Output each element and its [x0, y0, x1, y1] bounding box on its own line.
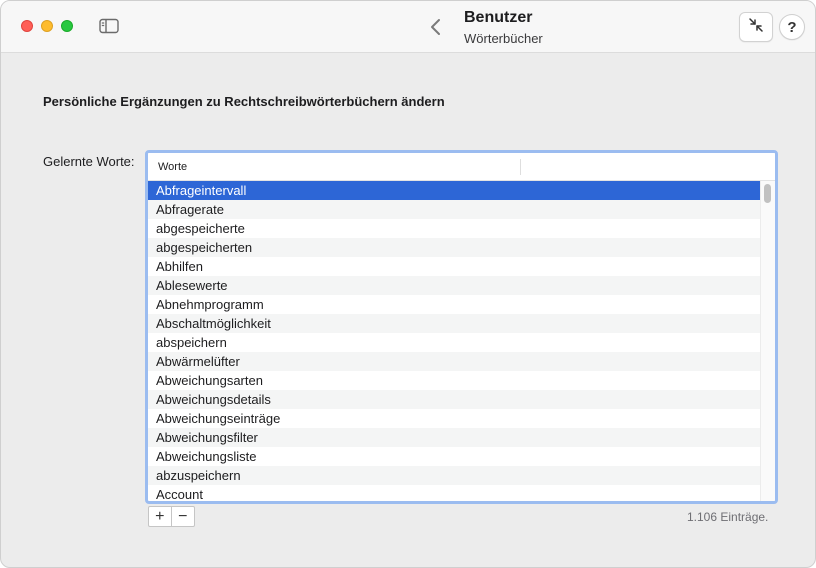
arrows-shrink-icon	[748, 17, 764, 38]
table-header: Worte	[148, 153, 775, 181]
table-row[interactable]: abgespeicherte	[148, 219, 760, 238]
settings-window: Benutzer Wörterbücher ? Persönliche Ergä…	[0, 0, 816, 568]
minimize-window-button[interactable]	[41, 20, 53, 32]
window-title: Benutzer	[464, 9, 533, 26]
close-window-button[interactable]	[21, 20, 33, 32]
window-subtitle: Wörterbücher	[464, 31, 543, 46]
remove-word-button[interactable]: −	[172, 507, 194, 526]
table-row[interactable]: abspeichern	[148, 333, 760, 352]
learned-words-table[interactable]: Worte Abfrageintervall Abfragerate abgespe…	[145, 150, 778, 504]
sidebar-icon[interactable]	[99, 18, 119, 34]
title-bar: Benutzer Wörterbücher ?	[1, 1, 815, 53]
table-rows: Abfrageintervall Abfragerate abgespeichert…	[148, 181, 760, 501]
table-row[interactable]: Abweichungsarten	[148, 371, 760, 390]
shrink-window-button[interactable]	[739, 12, 773, 42]
help-button[interactable]: ?	[779, 14, 805, 40]
column-separator	[520, 159, 521, 175]
table-row[interactable]: abgespeicherten	[148, 238, 760, 257]
add-remove-buttons: + −	[148, 506, 195, 527]
table-row[interactable]: Abhilfen	[148, 257, 760, 276]
table-row[interactable]: Abweichungsdetails	[148, 390, 760, 409]
column-header-worte[interactable]: Worte	[158, 161, 187, 173]
vertical-scrollbar[interactable]	[760, 181, 775, 501]
table-row[interactable]: Account	[148, 485, 760, 501]
table-row[interactable]: Abweichungsfilter	[148, 428, 760, 447]
table-row[interactable]: Abwärmelüfter	[148, 352, 760, 371]
add-word-button[interactable]: +	[149, 507, 172, 526]
chevron-left-icon[interactable]	[427, 17, 445, 37]
table-row[interactable]: Abweichungsliste	[148, 447, 760, 466]
table-row[interactable]: Ablesewerte	[148, 276, 760, 295]
table-row[interactable]: Abnehmprogramm	[148, 295, 760, 314]
table-row[interactable]: abzuspeichern	[148, 466, 760, 485]
scroll-thumb[interactable]	[764, 184, 771, 203]
table-row[interactable]: Abfragerate	[148, 200, 760, 219]
zoom-window-button[interactable]	[61, 20, 73, 32]
learned-words-label: Gelernte Worte:	[43, 154, 135, 169]
table-row[interactable]: Abfrageintervall	[148, 181, 760, 200]
table-row[interactable]: Abschaltmöglichkeit	[148, 314, 760, 333]
table-row[interactable]: Abweichungseinträge	[148, 409, 760, 428]
section-heading: Persönliche Ergänzungen zu Rechtschreibw…	[43, 94, 445, 109]
entry-count: 1.106 Einträge.	[687, 510, 769, 524]
